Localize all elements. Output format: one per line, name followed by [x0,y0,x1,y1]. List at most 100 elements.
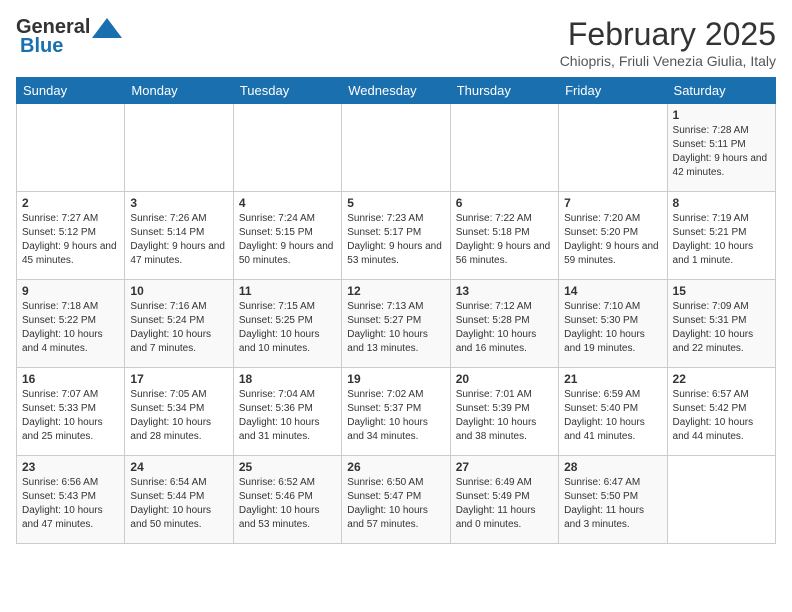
day-info: Sunrise: 6:49 AM Sunset: 5:49 PM Dayligh… [456,476,553,532]
calendar-cell-w2d3: 12Sunrise: 7:13 AM Sunset: 5:27 PM Dayli… [342,280,450,368]
day-info: Sunrise: 7:18 AM Sunset: 5:22 PM Dayligh… [22,300,119,356]
calendar-cell-w3d1: 17 Sunrise: 7:05 AM Sunset: 5:34 PM Dayli… [125,368,233,456]
day-info: Sunrise: 6:50 AM Sunset: 5:47 PM Dayligh… [347,476,444,532]
calendar-cell-w0d1 [125,104,233,192]
day-info: Sunrise: 7:07 AM Sunset: 5:33 PM Dayligh… [22,388,119,444]
day-info: Sunrise: 7:02 AM Sunset: 5:37 PM Dayligh… [347,388,444,444]
day-number: 14 [564,284,661,298]
calendar-cell-w3d4: 20 Sunrise: 7:01 AM Sunset: 5:39 PM Dayli… [450,368,558,456]
day-info: Sunrise: 6:59 AM Sunset: 5:40 PM Dayligh… [564,388,661,444]
month-title: February 2025 [560,16,776,53]
page-header: General Blue February 2025 Chiopris, Fri… [16,16,776,69]
day-number: 3 [130,196,227,210]
calendar-cell-w0d4 [450,104,558,192]
calendar-cell-w1d6: 8 Sunrise: 7:19 AM Sunset: 5:21 PM Daylig… [667,192,775,280]
day-info: Sunrise: 6:52 AM Sunset: 5:46 PM Dayligh… [239,476,336,532]
calendar-cell-w4d4: 27Sunrise: 6:49 AM Sunset: 5:49 PM Dayli… [450,456,558,544]
calendar-cell-w4d6 [667,456,775,544]
day-number: 24 [130,460,227,474]
day-info: Sunrise: 7:04 AM Sunset: 5:36 PM Dayligh… [239,388,336,444]
day-info: Sunrise: 7:27 AM Sunset: 5:12 PM Dayligh… [22,212,119,268]
calendar-cell-w3d2: 18 Sunrise: 7:04 AM Sunset: 5:36 PM Dayli… [233,368,341,456]
day-number: 9 [22,284,119,298]
title-block: February 2025 Chiopris, Friuli Venezia G… [560,16,776,69]
day-number: 15 [673,284,770,298]
logo-icon [92,18,122,38]
day-number: 12 [347,284,444,298]
col-header-sunday: Sunday [17,78,125,104]
day-number: 11 [239,284,336,298]
day-info: Sunrise: 6:57 AM Sunset: 5:42 PM Dayligh… [673,388,770,444]
day-number: 23 [22,460,119,474]
day-number: 16 [22,372,119,386]
day-info: Sunrise: 7:28 AM Sunset: 5:11 PM Dayligh… [673,124,770,180]
day-info: Sunrise: 6:54 AM Sunset: 5:44 PM Dayligh… [130,476,227,532]
day-number: 28 [564,460,661,474]
col-header-thursday: Thursday [450,78,558,104]
day-info: Sunrise: 6:56 AM Sunset: 5:43 PM Dayligh… [22,476,119,532]
calendar-cell-w4d5: 28Sunrise: 6:47 AM Sunset: 5:50 PM Dayli… [559,456,667,544]
calendar-cell-w4d3: 26 Sunrise: 6:50 AM Sunset: 5:47 PM Dayli… [342,456,450,544]
calendar-cell-w3d6: 22 Sunrise: 6:57 AM Sunset: 5:42 PM Dayli… [667,368,775,456]
day-info: Sunrise: 7:23 AM Sunset: 5:17 PM Dayligh… [347,212,444,268]
calendar-cell-w0d2 [233,104,341,192]
day-info: Sunrise: 7:22 AM Sunset: 5:18 PM Dayligh… [456,212,553,268]
calendar-cell-w3d5: 21 Sunrise: 6:59 AM Sunset: 5:40 PM Dayli… [559,368,667,456]
day-info: Sunrise: 7:12 AM Sunset: 5:28 PM Dayligh… [456,300,553,356]
calendar-cell-w3d0: 16 Sunrise: 7:07 AM Sunset: 5:33 PM Dayli… [17,368,125,456]
calendar-table: SundayMondayTuesdayWednesdayThursdayFrid… [16,77,776,544]
day-number: 6 [456,196,553,210]
day-number: 25 [239,460,336,474]
calendar-cell-w2d1: 10 Sunrise: 7:16 AM Sunset: 5:24 PM Dayli… [125,280,233,368]
day-number: 17 [130,372,227,386]
day-info: Sunrise: 7:24 AM Sunset: 5:15 PM Dayligh… [239,212,336,268]
day-info: Sunrise: 7:20 AM Sunset: 5:20 PM Dayligh… [564,212,661,268]
day-number: 21 [564,372,661,386]
calendar-cell-w1d0: 2 Sunrise: 7:27 AM Sunset: 5:12 PM Daylig… [17,192,125,280]
calendar-cell-w1d1: 3 Sunrise: 7:26 AM Sunset: 5:14 PM Daylig… [125,192,233,280]
calendar-cell-w0d6: 1 Sunrise: 7:28 AM Sunset: 5:11 PM Daylig… [667,104,775,192]
day-number: 5 [347,196,444,210]
day-info: Sunrise: 7:05 AM Sunset: 5:34 PM Dayligh… [130,388,227,444]
day-info: Sunrise: 7:01 AM Sunset: 5:39 PM Dayligh… [456,388,553,444]
calendar-cell-w2d0: 9 Sunrise: 7:18 AM Sunset: 5:22 PM Daylig… [17,280,125,368]
day-number: 7 [564,196,661,210]
logo-blue: Blue [20,35,63,58]
calendar-cell-w2d2: 11 Sunrise: 7:15 AM Sunset: 5:25 PM Dayli… [233,280,341,368]
day-number: 4 [239,196,336,210]
calendar-cell-w3d3: 19Sunrise: 7:02 AM Sunset: 5:37 PM Dayli… [342,368,450,456]
day-info: Sunrise: 7:19 AM Sunset: 5:21 PM Dayligh… [673,212,770,268]
calendar-cell-w0d0 [17,104,125,192]
day-number: 18 [239,372,336,386]
calendar-cell-w1d3: 5 Sunrise: 7:23 AM Sunset: 5:17 PM Daylig… [342,192,450,280]
col-header-saturday: Saturday [667,78,775,104]
logo: General Blue [16,16,122,58]
calendar-cell-w4d0: 23 Sunrise: 6:56 AM Sunset: 5:43 PM Dayli… [17,456,125,544]
day-info: Sunrise: 7:16 AM Sunset: 5:24 PM Dayligh… [130,300,227,356]
calendar-cell-w2d6: 15Sunrise: 7:09 AM Sunset: 5:31 PM Dayli… [667,280,775,368]
calendar-cell-w1d5: 7 Sunrise: 7:20 AM Sunset: 5:20 PM Daylig… [559,192,667,280]
day-info: Sunrise: 7:15 AM Sunset: 5:25 PM Dayligh… [239,300,336,356]
day-number: 8 [673,196,770,210]
col-header-wednesday: Wednesday [342,78,450,104]
location-subtitle: Chiopris, Friuli Venezia Giulia, Italy [560,53,776,69]
day-number: 22 [673,372,770,386]
col-header-friday: Friday [559,78,667,104]
day-number: 1 [673,108,770,122]
day-number: 2 [22,196,119,210]
day-number: 13 [456,284,553,298]
calendar-cell-w4d1: 24 Sunrise: 6:54 AM Sunset: 5:44 PM Dayli… [125,456,233,544]
calendar-cell-w1d2: 4 Sunrise: 7:24 AM Sunset: 5:15 PM Daylig… [233,192,341,280]
day-number: 10 [130,284,227,298]
calendar-cell-w2d4: 13 Sunrise: 7:12 AM Sunset: 5:28 PM Dayli… [450,280,558,368]
calendar-cell-w4d2: 25 Sunrise: 6:52 AM Sunset: 5:46 PM Dayli… [233,456,341,544]
calendar-cell-w0d5 [559,104,667,192]
day-info: Sunrise: 7:26 AM Sunset: 5:14 PM Dayligh… [130,212,227,268]
col-header-monday: Monday [125,78,233,104]
day-info: Sunrise: 7:10 AM Sunset: 5:30 PM Dayligh… [564,300,661,356]
calendar-cell-w2d5: 14 Sunrise: 7:10 AM Sunset: 5:30 PM Dayli… [559,280,667,368]
day-number: 20 [456,372,553,386]
day-number: 26 [347,460,444,474]
col-header-tuesday: Tuesday [233,78,341,104]
calendar-cell-w0d3 [342,104,450,192]
